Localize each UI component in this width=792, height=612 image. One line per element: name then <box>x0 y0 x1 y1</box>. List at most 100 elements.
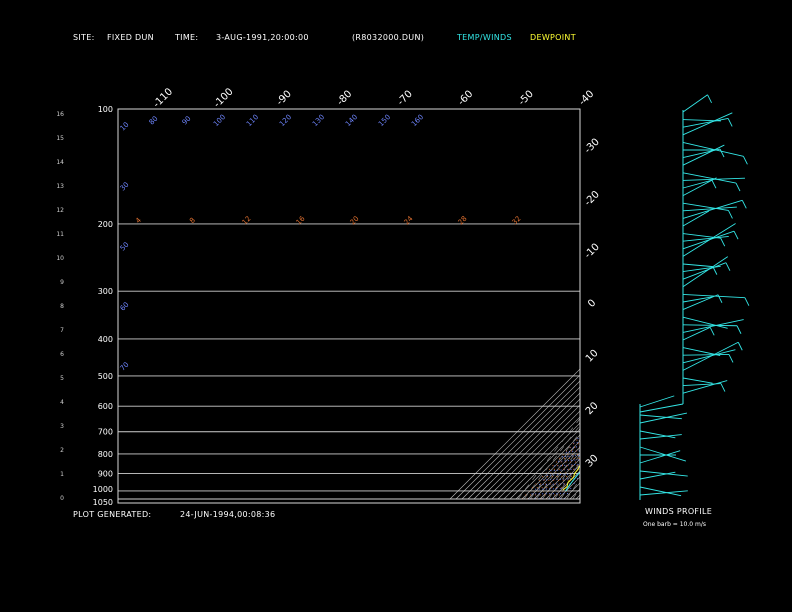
wind-barb <box>639 446 687 462</box>
wind-barb <box>682 377 713 384</box>
dry-adiabat-line <box>529 431 580 500</box>
pressure-tick-label: 500 <box>98 372 113 381</box>
dry-adiabat-line <box>523 424 580 500</box>
isotherm-line <box>461 380 580 500</box>
wind-barb <box>682 263 713 268</box>
dry-adiabat-line <box>578 496 580 500</box>
mixing-ratio-line <box>536 451 580 500</box>
wind-barb <box>682 141 744 157</box>
mixing-ratio-line <box>531 446 580 500</box>
dry-adiabat-line <box>597 109 792 499</box>
temperature-right-label: 10 <box>584 348 601 365</box>
mixing-ratio-label: 12 <box>241 215 253 227</box>
isotherm-line <box>539 458 580 500</box>
temperature-top-label: -70 <box>396 89 415 108</box>
barb-scale-note: One barb = 10.0 m/s <box>643 521 706 528</box>
wind-barb-flag <box>727 118 733 127</box>
height-tick-label: 16 <box>56 111 64 118</box>
mixing-ratio-line <box>545 461 580 500</box>
moist-adiabat-label: 150 <box>377 113 392 128</box>
height-tick-label: 14 <box>56 159 64 166</box>
pressure-tick-label: 800 <box>98 450 113 459</box>
height-tick-label: 13 <box>56 183 64 190</box>
axis-labels: 1002003004005006007008009001000105016151… <box>56 86 602 507</box>
wind-barb-flag <box>707 94 712 103</box>
wind-barb-flag <box>733 231 739 240</box>
height-tick-label: 11 <box>56 231 64 238</box>
isotherm-line <box>563 482 580 500</box>
wind-barb-flag <box>719 148 725 158</box>
temperature-right-label: -10 <box>583 242 602 261</box>
wind-barb <box>682 294 719 311</box>
mixing-ratio-label: 20 <box>349 215 361 227</box>
moist-adiabat-label: 10 <box>119 121 131 133</box>
height-tick-label: 9 <box>60 279 64 286</box>
wind-barb-flag <box>728 210 733 219</box>
wind-barb-flag <box>728 354 734 363</box>
moist-adiabat-label: 110 <box>245 113 260 128</box>
pressure-tick-label: 600 <box>98 402 113 411</box>
height-tick-label: 12 <box>56 207 64 214</box>
height-tick-label: 10 <box>56 255 64 262</box>
isotherm-line <box>491 410 580 500</box>
dry-adiabat-line <box>591 109 792 499</box>
wind-barb <box>682 256 729 288</box>
dry-adiabat-line <box>572 487 580 500</box>
moist-adiabat-label: 130 <box>311 113 326 128</box>
moist-adiabat-line <box>545 452 580 500</box>
mixing-ratio-label: 32 <box>511 215 523 227</box>
wind-barb <box>682 210 710 227</box>
moist-adiabat-label: 60 <box>119 301 131 313</box>
temperature-top-label: -60 <box>456 89 475 108</box>
background-grid <box>118 109 792 500</box>
wind-barb <box>682 349 736 364</box>
pressure-tick-label: 1050 <box>93 498 113 507</box>
isotherm-line <box>545 464 580 500</box>
temperature-top-label: -40 <box>577 89 596 108</box>
wind-barb-flag <box>744 297 750 306</box>
temperature-trace <box>565 471 580 492</box>
wind-barb-flag <box>725 262 731 271</box>
pressure-tick-label: 900 <box>98 469 113 478</box>
moist-adiabat-label: 160 <box>410 113 425 128</box>
moist-adiabat-label: 90 <box>181 115 193 127</box>
dry-adiabat-line <box>566 478 580 500</box>
wind-barb <box>639 395 675 408</box>
wind-barb-flag <box>741 200 747 209</box>
isotherm-line <box>449 368 580 500</box>
plot-generated-label: PLOT GENERATED: <box>73 510 152 519</box>
wind-barb <box>682 94 708 113</box>
wind-barb <box>682 144 725 166</box>
height-tick-label: 7 <box>60 327 64 334</box>
dry-adiabat-line <box>517 417 580 500</box>
moist-adiabat-line <box>563 473 580 500</box>
mixing-ratio-label: 24 <box>403 214 415 226</box>
mixing-ratio-line <box>521 436 580 500</box>
wind-barb-flag <box>709 327 715 336</box>
dry-adiabat-line <box>615 109 792 499</box>
plot-generated-value: 24-JUN-1994,00:08:36 <box>180 510 276 519</box>
pressure-tick-label: 200 <box>98 220 113 229</box>
mixing-ratio-line <box>540 456 580 500</box>
pressure-tick-label: 100 <box>98 105 113 114</box>
isotherm-line <box>485 404 580 500</box>
height-tick-label: 5 <box>60 375 64 382</box>
wind-barb-flag <box>735 182 741 192</box>
dry-adiabat-line <box>548 454 580 500</box>
wind-barb <box>682 316 728 329</box>
height-tick-label: 15 <box>56 135 64 142</box>
dry-adiabat-line <box>609 109 792 499</box>
temperature-right-label: 20 <box>584 400 601 417</box>
height-tick-label: 4 <box>60 399 64 406</box>
temperature-top-label: -110 <box>151 86 175 110</box>
moist-adiabat-label: 120 <box>278 113 293 128</box>
wind-barb-flag <box>720 383 726 392</box>
moist-adiabat-label: 30 <box>119 181 131 193</box>
moist-adiabat-line <box>527 435 580 500</box>
wind-barb <box>682 199 743 219</box>
isotherm-line <box>473 392 580 500</box>
height-tick-label: 6 <box>60 351 64 358</box>
sounding-traces <box>562 464 580 492</box>
wind-barb <box>682 380 728 394</box>
wind-barb-flag <box>736 325 742 334</box>
